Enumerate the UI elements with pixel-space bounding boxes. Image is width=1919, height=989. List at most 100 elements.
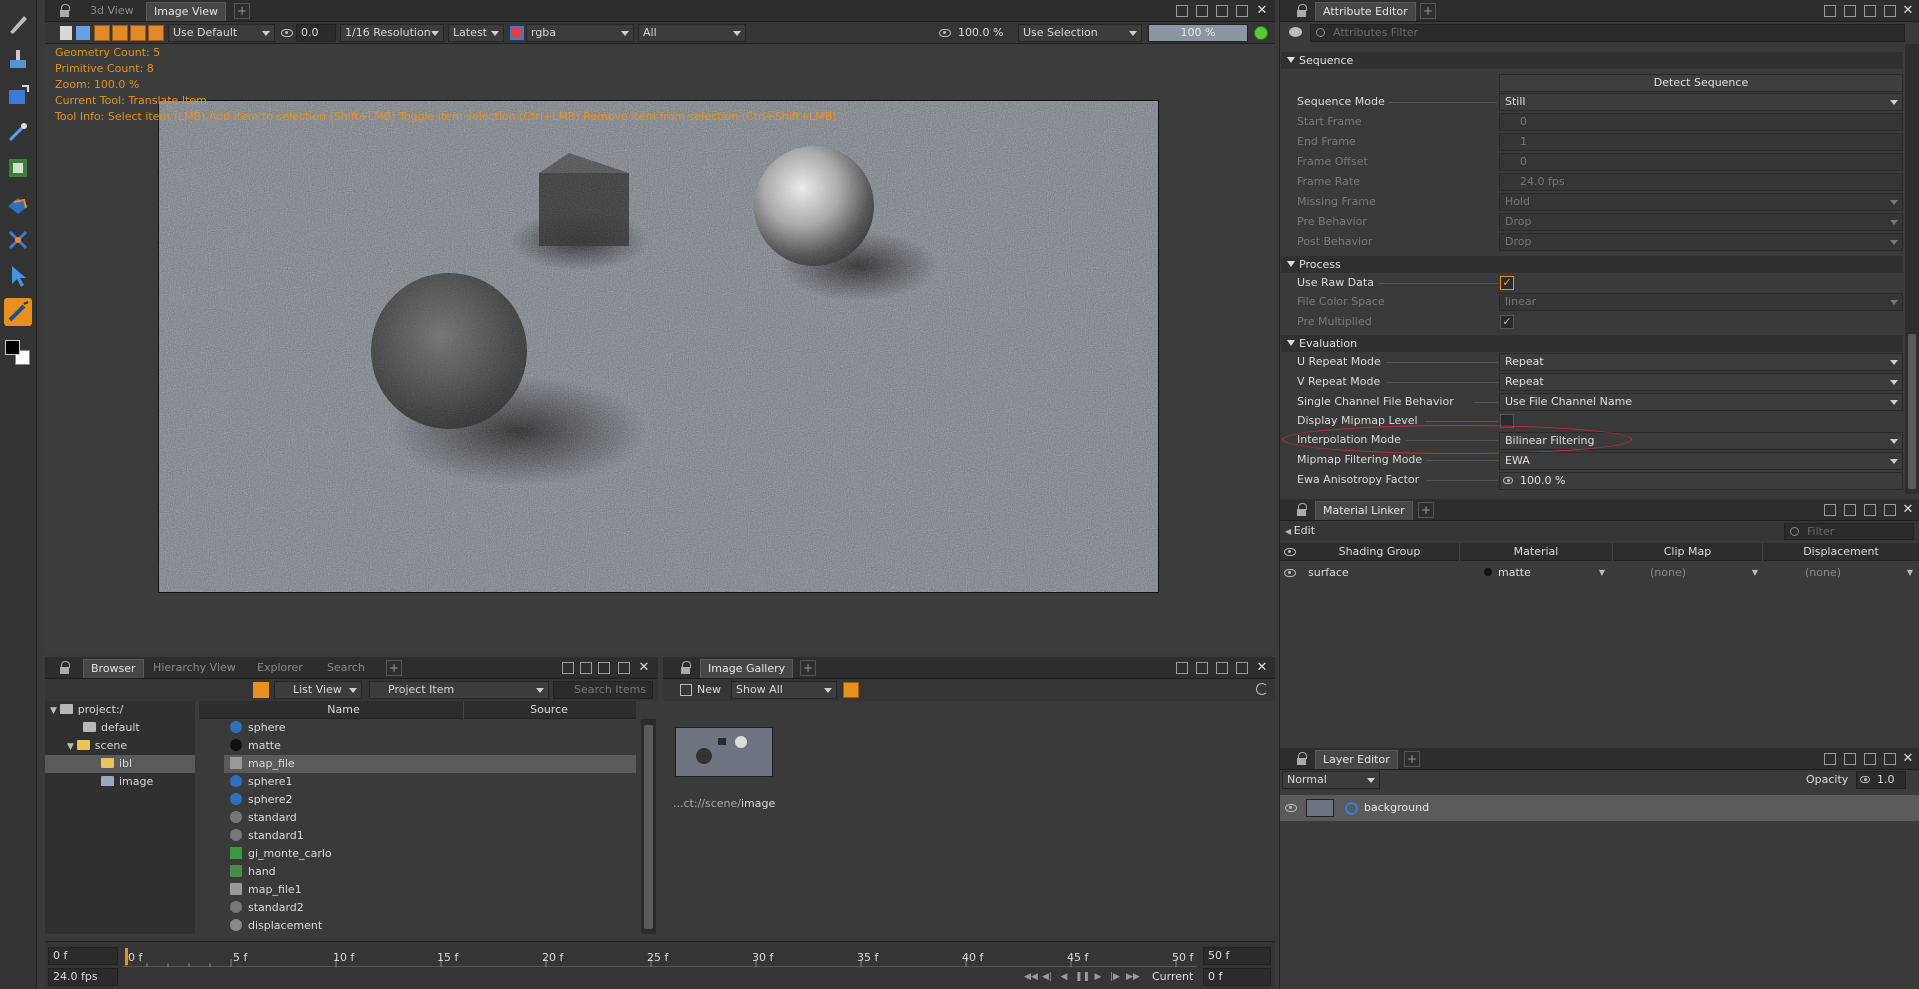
- column-material[interactable]: Material: [1460, 543, 1613, 561]
- brush-tool-icon[interactable]: [4, 10, 32, 38]
- add-material-tab-button[interactable]: +: [1418, 502, 1434, 518]
- le-minimize-icon[interactable]: [1884, 753, 1896, 765]
- material-lock-icon[interactable]: [1296, 503, 1307, 516]
- view-mode-dropdown[interactable]: List View: [274, 681, 362, 699]
- tab-material-linker[interactable]: Material Linker: [1315, 501, 1413, 520]
- timeline-end-field[interactable]: 50 f: [1203, 947, 1271, 965]
- tab-explorer[interactable]: Explorer: [250, 659, 310, 678]
- attr-split-h-icon[interactable]: [1844, 5, 1856, 17]
- attr-minimize-icon[interactable]: [1884, 5, 1896, 17]
- channel-red-icon[interactable]: [94, 25, 110, 41]
- transform-gizmo-icon[interactable]: [4, 226, 32, 254]
- list-item[interactable]: standard2: [224, 899, 636, 917]
- tab-hierarchy-view[interactable]: Hierarchy View: [146, 659, 243, 678]
- attribute-filter-icon[interactable]: [1289, 27, 1302, 37]
- browser-close-icon[interactable]: ✕: [638, 661, 650, 674]
- add-browser-tab-button[interactable]: +: [386, 660, 402, 676]
- tree-scene[interactable]: ▼ scene: [67, 737, 127, 755]
- frame-rate-field[interactable]: 24.0 fps: [1499, 173, 1903, 191]
- zoom-value[interactable]: 100.0 %: [958, 24, 1020, 42]
- tab-search[interactable]: Search: [320, 659, 372, 678]
- gallery-view-icon[interactable]: [843, 682, 859, 698]
- list-item[interactable]: matte: [224, 737, 636, 755]
- section-evaluation[interactable]: Evaluation: [1281, 335, 1903, 352]
- pre-multiplied-checkbox[interactable]: ✓: [1500, 315, 1514, 329]
- gallery-split-h-icon[interactable]: [1196, 662, 1208, 674]
- tab-image-gallery[interactable]: Image Gallery: [700, 659, 794, 678]
- use-raw-data-checkbox[interactable]: ✓: [1500, 276, 1514, 290]
- ewa-anisotropy-factor-field[interactable]: 100.0 %: [1499, 472, 1903, 490]
- list-item[interactable]: hand: [224, 863, 636, 881]
- detect-sequence-button[interactable]: Detect Sequence: [1499, 74, 1903, 92]
- browser-split-v-icon[interactable]: [598, 662, 610, 674]
- gallery-new-button[interactable]: New: [697, 681, 721, 699]
- paint-brush-tool-icon[interactable]: [4, 298, 32, 326]
- mask-tool-icon[interactable]: [4, 154, 32, 182]
- list-item[interactable]: sphere: [224, 719, 636, 737]
- column-shading-group[interactable]: Shading Group: [1300, 543, 1460, 561]
- blend-mode-dropdown[interactable]: Normal: [1282, 771, 1380, 789]
- minimize-icon[interactable]: [1236, 5, 1248, 17]
- file-color-space-dropdown[interactable]: linear: [1499, 293, 1903, 311]
- viewer-lock-icon[interactable]: [59, 4, 70, 17]
- go-to-start-icon[interactable]: ◀◀: [1024, 971, 1038, 983]
- list-item[interactable]: gi_monte_carlo: [224, 845, 636, 863]
- new-snapshot-icon[interactable]: [680, 684, 692, 696]
- next-key-icon[interactable]: |▶: [1109, 971, 1121, 983]
- ml-minimize-icon[interactable]: [1884, 504, 1896, 516]
- folder-filter-icon[interactable]: [253, 682, 269, 698]
- gallery-filter-dropdown[interactable]: Show All: [731, 681, 837, 699]
- gallery-close-icon[interactable]: ✕: [1256, 661, 1268, 674]
- v-repeat-mode-dropdown[interactable]: Repeat: [1499, 373, 1903, 391]
- tree-project[interactable]: ▼ project:/: [50, 701, 123, 719]
- tree-default[interactable]: default: [83, 719, 140, 737]
- add-layer-tab-button[interactable]: +: [1404, 751, 1420, 767]
- list-item[interactable]: map_file1: [224, 881, 636, 899]
- select-tool-icon[interactable]: [4, 262, 32, 290]
- tree-image[interactable]: image: [101, 773, 153, 791]
- attribute-lock-icon[interactable]: [1296, 4, 1307, 17]
- column-name[interactable]: Name: [224, 701, 464, 719]
- gallery-thumbnail[interactable]: [675, 727, 773, 777]
- checker-icon[interactable]: [148, 25, 164, 41]
- add-tab-button[interactable]: +: [234, 3, 250, 19]
- layout-icon[interactable]: [1176, 5, 1188, 17]
- tab-browser[interactable]: Browser: [83, 659, 144, 678]
- tab-image-view[interactable]: Image View: [146, 2, 227, 21]
- current-frame-field[interactable]: 0 f: [1203, 968, 1271, 986]
- paint-tool-icon[interactable]: [4, 46, 32, 74]
- tab-attribute-editor[interactable]: Attribute Editor: [1315, 2, 1416, 21]
- section-process[interactable]: Process: [1281, 256, 1903, 273]
- browser-layout-icon[interactable]: [562, 662, 574, 674]
- channels-dropdown[interactable]: rgba: [526, 24, 634, 42]
- ml-displacement-dropdown[interactable]: (none) ▼: [1805, 563, 1913, 583]
- browser-split-h-icon[interactable]: [580, 662, 592, 674]
- attr-close-icon[interactable]: ✕: [1902, 4, 1914, 17]
- column-clip-map[interactable]: Clip Map: [1613, 543, 1763, 561]
- list-item[interactable]: standard: [224, 809, 636, 827]
- mipmap-filtering-mode-dropdown[interactable]: EWA: [1499, 452, 1903, 470]
- ml-split-h-icon[interactable]: [1844, 504, 1856, 516]
- list-item[interactable]: standard1: [224, 827, 636, 845]
- gallery-refresh-icon[interactable]: [1256, 683, 1268, 695]
- play-icon[interactable]: ▶: [1092, 971, 1104, 983]
- gallery-split-v-icon[interactable]: [1216, 662, 1228, 674]
- ml-material-dropdown[interactable]: matte ▼: [1480, 563, 1605, 583]
- le-split-v-icon[interactable]: [1864, 753, 1876, 765]
- missing-frame-dropdown[interactable]: Hold: [1499, 193, 1903, 211]
- post-behavior-dropdown[interactable]: Drop: [1499, 233, 1903, 251]
- ml-close-icon[interactable]: ✕: [1902, 503, 1914, 516]
- section-sequence[interactable]: Sequence: [1281, 52, 1903, 69]
- resolution-dropdown[interactable]: 1/16 Resolution: [340, 24, 444, 42]
- timeline-start-field[interactable]: 0 f: [48, 947, 118, 965]
- attr-layout-icon[interactable]: [1824, 5, 1836, 17]
- add-attribute-tab-button[interactable]: +: [1420, 3, 1436, 19]
- render-status-icon[interactable]: [1254, 26, 1268, 40]
- viewport[interactable]: Geometry Count: 5 Primitive Count: 8 Zoo…: [45, 45, 1275, 651]
- ml-clip-map-dropdown[interactable]: (none) ▼: [1650, 563, 1758, 583]
- list-item[interactable]: map_file: [224, 755, 636, 773]
- snapshot-icon[interactable]: [60, 26, 72, 40]
- fps-field[interactable]: 24.0 fps: [48, 968, 118, 986]
- item-filter-dropdown[interactable]: Project Item: [369, 681, 549, 699]
- ml-split-v-icon[interactable]: [1864, 504, 1876, 516]
